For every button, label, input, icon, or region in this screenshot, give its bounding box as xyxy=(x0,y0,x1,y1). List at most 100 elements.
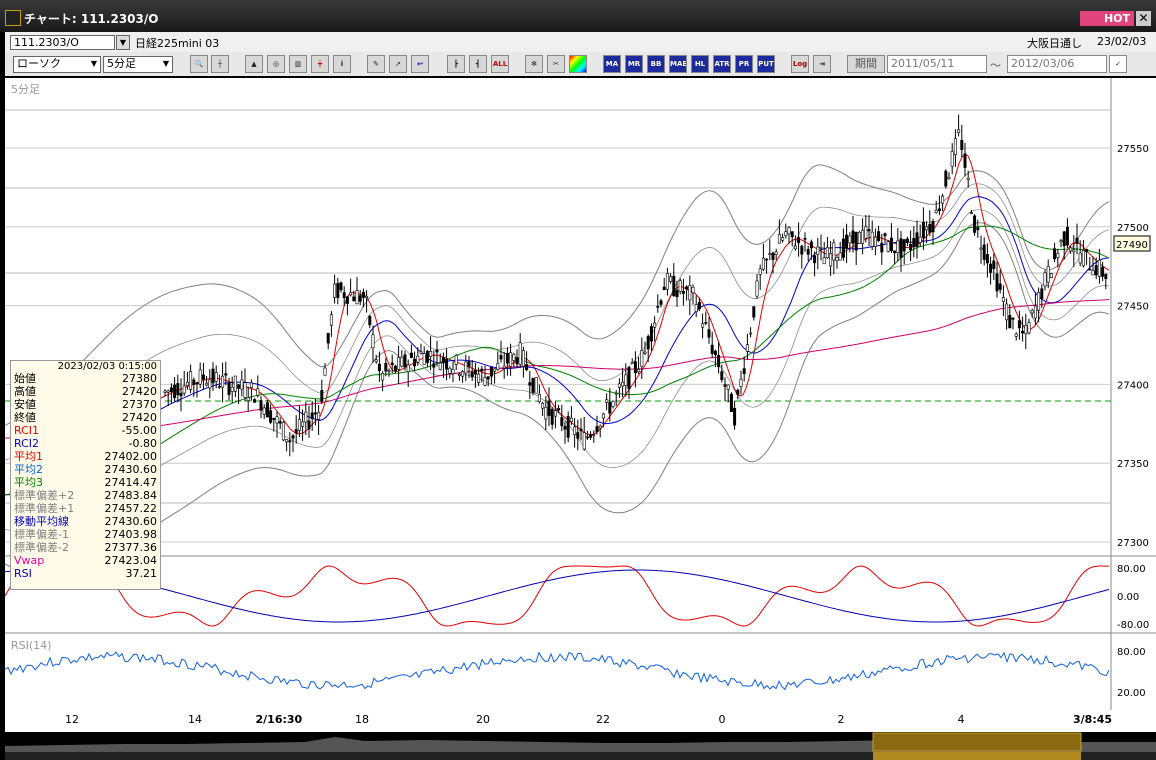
checkbox-icon[interactable]: ✓ xyxy=(1109,55,1127,73)
candle-body xyxy=(640,350,644,367)
log-button[interactable]: Log xyxy=(791,55,809,73)
candle-body xyxy=(665,273,669,290)
tool-icon[interactable]: ✂ xyxy=(547,55,565,73)
zoom-icon[interactable]: 🔍 xyxy=(190,55,208,73)
candle-body xyxy=(166,390,170,393)
candle-body xyxy=(1072,249,1076,253)
pencil-icon[interactable]: ✎ xyxy=(367,55,385,73)
candle-body xyxy=(1037,292,1041,311)
symbol-input[interactable]: 111.2303/O xyxy=(10,35,115,50)
bar2-icon[interactable]: ┫ xyxy=(469,55,487,73)
bar-icon[interactable]: ┣ xyxy=(447,55,465,73)
all-button[interactable]: ALL xyxy=(491,55,509,73)
rci-label: -80.00 xyxy=(1117,620,1149,631)
candle-body xyxy=(701,323,705,328)
candle-body xyxy=(304,411,308,423)
candle-body xyxy=(765,258,769,261)
candle-body xyxy=(867,229,871,232)
date-to-input[interactable]: 2012/03/06 xyxy=(1007,55,1107,73)
hot-button[interactable]: HOT xyxy=(1080,11,1134,26)
date-from-input[interactable]: 2011/05/11 xyxy=(887,55,987,73)
candle-body xyxy=(409,352,413,358)
candle-body xyxy=(422,353,426,365)
candle-body xyxy=(937,208,941,212)
mae-button[interactable]: MAE xyxy=(669,55,687,73)
histogram-icon[interactable]: ▥ xyxy=(289,55,307,73)
candle-body xyxy=(649,326,653,342)
interval-dropdown-icon[interactable]: ▼ xyxy=(159,57,173,72)
bb-button[interactable]: BB xyxy=(647,55,665,73)
candle-body xyxy=(912,238,916,248)
candle-body xyxy=(857,232,861,244)
price-label: 27350 xyxy=(1117,459,1149,470)
candle-body xyxy=(400,356,404,367)
candle-body xyxy=(569,417,573,422)
ohlc-row-label: 平均3 xyxy=(14,476,43,489)
candle-body xyxy=(1005,303,1009,321)
price-label: 27550 xyxy=(1117,144,1149,155)
close-icon[interactable]: ✕ xyxy=(1136,11,1151,26)
ohlc-row: 安値 27370 xyxy=(11,398,160,411)
ma-button[interactable]: MA xyxy=(603,55,621,73)
candle-body xyxy=(1053,248,1057,260)
arrow-icon[interactable]: ↩ xyxy=(411,55,429,73)
hl-button[interactable]: HL xyxy=(691,55,709,73)
candle-body xyxy=(790,231,794,238)
overview-window[interactable] xyxy=(872,732,1082,752)
overview-scrollbar[interactable] xyxy=(5,732,1156,760)
candle-body xyxy=(1056,253,1060,258)
candle-body xyxy=(745,344,749,352)
candle-body xyxy=(1001,297,1005,302)
price-chart[interactable]: 27550 27500 27450 27400 27350 27300 80.00 0.00 -… xyxy=(5,78,1156,710)
candle-body xyxy=(989,263,993,273)
pr-button[interactable]: PR xyxy=(735,55,753,73)
candle-body xyxy=(240,379,244,390)
period-button[interactable]: 期間 xyxy=(847,55,885,73)
search-chart-icon[interactable]: ◎ xyxy=(267,55,285,73)
scroll-thumb[interactable] xyxy=(873,752,1081,760)
gear-icon[interactable]: ✻ xyxy=(525,55,543,73)
candle-body xyxy=(1104,274,1108,279)
chart-type-dropdown-icon[interactable]: ▼ xyxy=(87,57,101,72)
candle-body xyxy=(694,304,698,312)
candle-body xyxy=(841,238,845,258)
atr-button[interactable]: ATR xyxy=(713,55,731,73)
chart-icon[interactable]: ▲ xyxy=(245,55,263,73)
candle-body xyxy=(691,286,695,294)
candle-body xyxy=(1027,322,1031,334)
candle-body xyxy=(237,384,241,389)
crosshair-icon[interactable]: ┼ xyxy=(211,55,229,73)
candle-body xyxy=(230,387,234,392)
candle-icon[interactable]: ┿ xyxy=(311,55,329,73)
palette-icon[interactable] xyxy=(569,55,587,73)
select-icon[interactable]: ➚ xyxy=(389,55,407,73)
candle-body xyxy=(221,375,225,388)
candle-body xyxy=(672,275,676,297)
ohlc-row-value: -55.00 xyxy=(121,424,157,437)
candle-body xyxy=(480,368,484,372)
ohlc-row-value: 27414.47 xyxy=(104,476,158,489)
candle-body xyxy=(582,432,586,450)
ohlc-row: 標準偏差+2 27483.84 xyxy=(11,489,160,502)
symbol-dropdown-icon[interactable]: ▼ xyxy=(116,35,130,50)
candle-body xyxy=(1081,250,1085,267)
session-label: 大阪日通し xyxy=(1027,37,1082,50)
candle-body xyxy=(713,350,717,356)
mr-button[interactable]: MR xyxy=(625,55,643,73)
ohlc-row-label: RSI xyxy=(14,567,32,580)
candle-body xyxy=(211,368,215,384)
rsi-label: 80.00 xyxy=(1117,647,1146,658)
candle-body xyxy=(563,425,567,430)
candle-body xyxy=(953,138,957,156)
candle-body xyxy=(845,234,849,249)
put-button[interactable]: PUT xyxy=(757,55,775,73)
info-icon[interactable]: i xyxy=(333,55,351,73)
ohlc-row-label: 標準偏差-2 xyxy=(14,541,69,554)
candle-body xyxy=(374,359,378,362)
ohlc-row: 始値 27380 xyxy=(11,372,160,385)
ohlc-row-label: RCI1 xyxy=(14,424,40,437)
candle-body xyxy=(848,235,852,244)
candle-body xyxy=(416,355,420,363)
exit-icon[interactable]: ⇥ xyxy=(813,55,831,73)
candle-body xyxy=(1094,265,1098,276)
